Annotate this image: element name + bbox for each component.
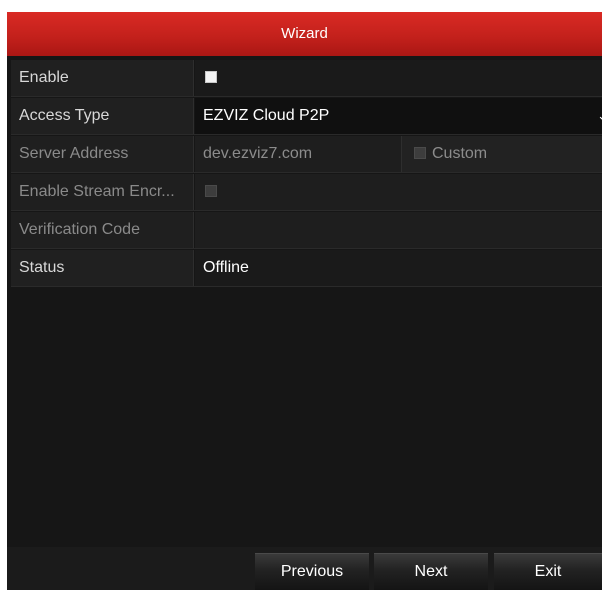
access-type-value: EZVIZ Cloud P2P xyxy=(203,107,330,124)
server-address-field[interactable]: dev.ezviz7.com xyxy=(203,136,312,172)
server-address-cell: dev.ezviz7.com Custom xyxy=(195,136,602,172)
server-address-row: Server Address dev.ezviz7.com Custom xyxy=(11,136,602,173)
chevron-down-icon[interactable]: ⌄ xyxy=(597,98,602,134)
enable-row: Enable xyxy=(11,60,602,97)
exit-button[interactable]: Exit xyxy=(494,553,602,590)
stream-encryption-label: Enable Stream Encr... xyxy=(11,174,194,210)
window-title: Wizard xyxy=(7,12,602,56)
enable-value-cell xyxy=(195,60,602,96)
next-button[interactable]: Next xyxy=(374,553,488,590)
status-row: Status Offline xyxy=(11,250,602,287)
previous-button[interactable]: Previous xyxy=(255,553,369,590)
access-type-row: Access Type EZVIZ Cloud P2P ⌄ xyxy=(11,98,602,135)
verification-code-field[interactable] xyxy=(195,212,602,248)
custom-option[interactable]: Custom xyxy=(401,136,602,172)
wizard-window: Wizard Enable Access Type EZVIZ Cloud P2… xyxy=(7,12,602,590)
access-type-label: Access Type xyxy=(11,98,194,134)
enable-checkbox[interactable] xyxy=(205,71,217,83)
status-value-cell: Offline xyxy=(195,250,602,286)
verification-code-row: Verification Code xyxy=(11,212,602,249)
stream-encryption-row: Enable Stream Encr... xyxy=(11,174,602,211)
verification-code-label: Verification Code xyxy=(11,212,194,248)
footer-bar: Previous Next Exit xyxy=(7,547,602,590)
status-label: Status xyxy=(11,250,194,286)
custom-checkbox[interactable] xyxy=(414,147,426,159)
server-address-label: Server Address xyxy=(11,136,194,172)
custom-label: Custom xyxy=(432,145,488,162)
stream-encryption-cell xyxy=(195,174,602,210)
access-type-select[interactable]: EZVIZ Cloud P2P ⌄ xyxy=(195,98,602,134)
status-value: Offline xyxy=(203,259,249,276)
stream-encryption-checkbox[interactable] xyxy=(205,185,217,197)
enable-label: Enable xyxy=(11,60,194,96)
